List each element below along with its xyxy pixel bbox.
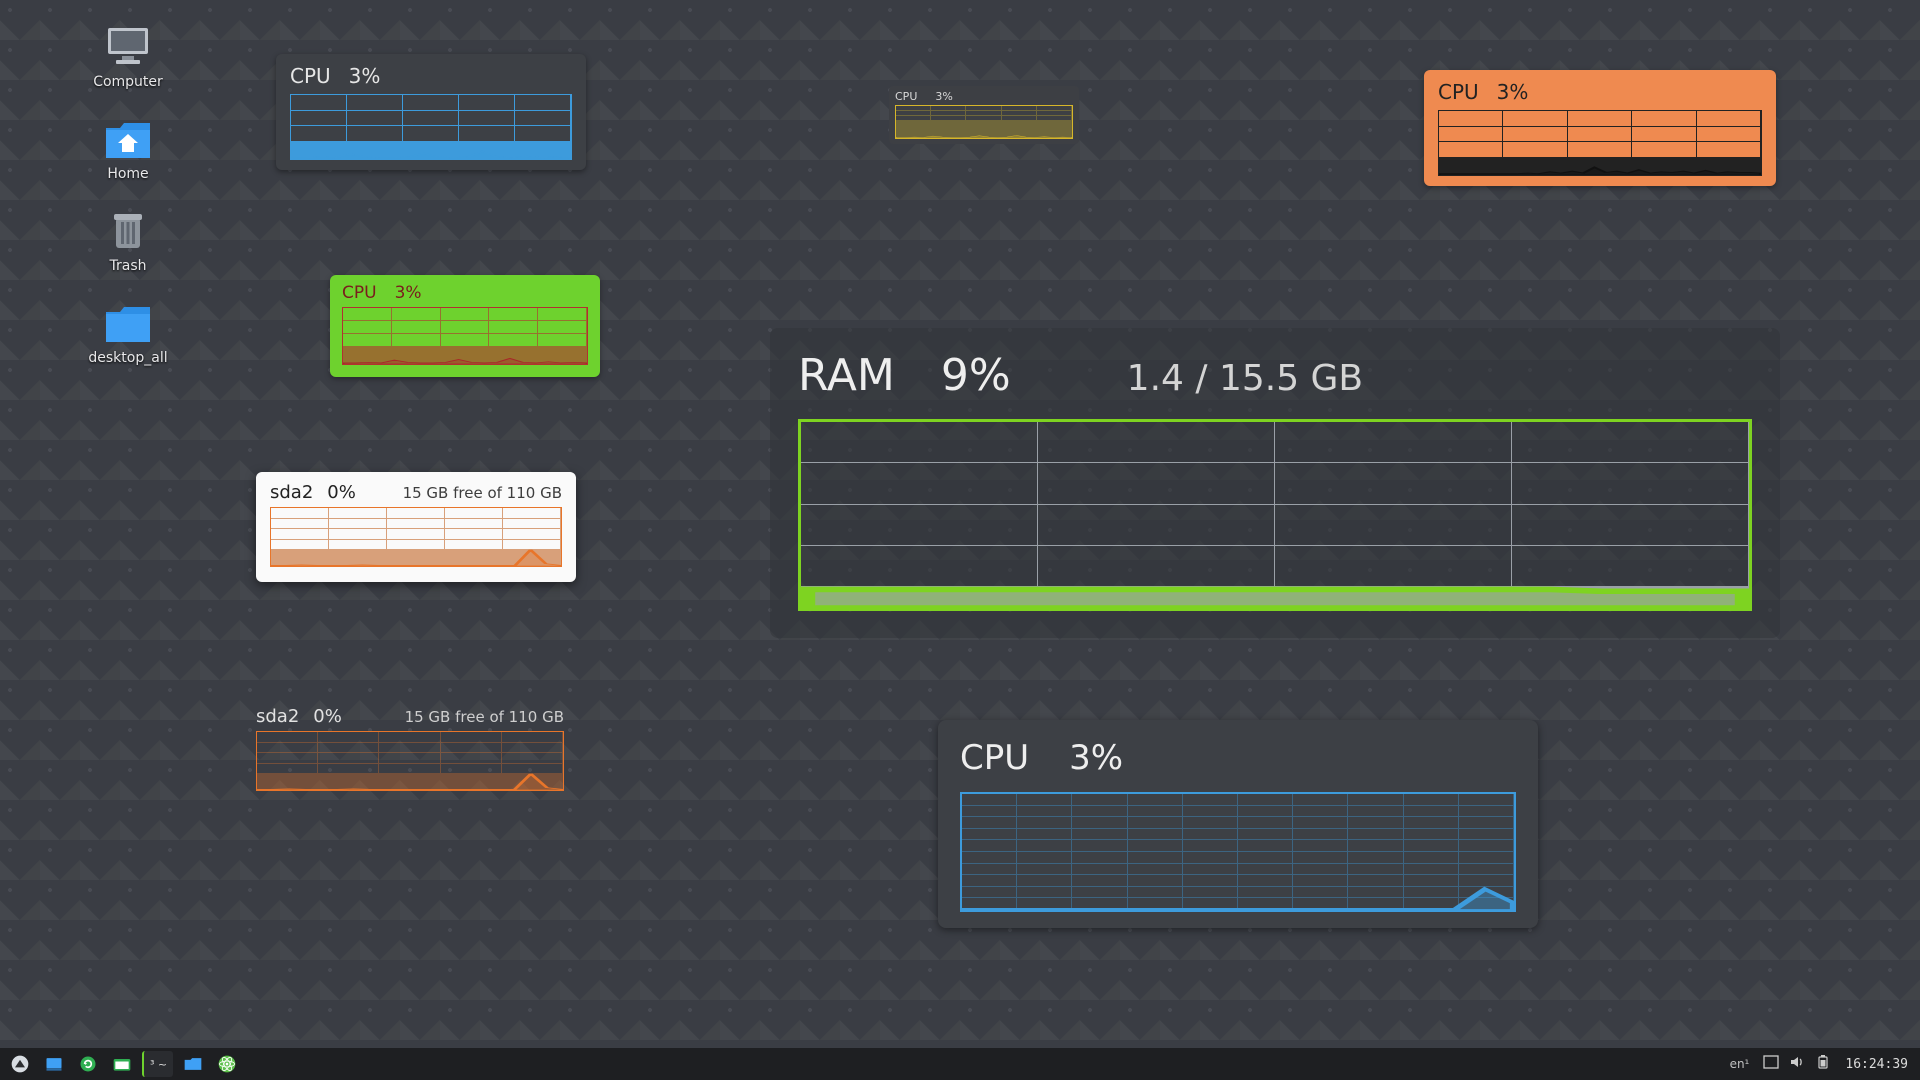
metric-label: CPU <box>895 90 917 103</box>
disk-monitor-widget-white[interactable]: sda2 0% 15 GB free of 110 GB <box>256 472 576 582</box>
metric-value: 3% <box>1497 80 1529 104</box>
battery-icon[interactable] <box>1815 1054 1831 1074</box>
usage-graph <box>895 105 1073 139</box>
cpu-monitor-widget-green[interactable]: CPU 3% <box>330 275 600 377</box>
show-desktop-button[interactable] <box>40 1051 68 1077</box>
desktop-icon-label: desktop_all <box>68 350 188 366</box>
metric-label: sda2 <box>256 706 299 727</box>
taskbar: ³ ~ en¹ 16:24:39 <box>0 1048 1920 1080</box>
file-manager-task[interactable] <box>108 1051 136 1077</box>
taskbar-clock[interactable]: 16:24:39 <box>1845 1057 1908 1072</box>
ram-monitor-widget[interactable]: RAM 9% 1.4 / 15.5 GB <box>770 328 1780 638</box>
taskbar-left: ³ ~ <box>0 1051 241 1077</box>
usage-graph <box>270 507 562 567</box>
metric-label: sda2 <box>270 482 313 503</box>
workspace-switcher-icon[interactable] <box>1763 1054 1779 1074</box>
cpu-monitor-widget-blue-big[interactable]: CPU 3% <box>938 720 1538 928</box>
usage-graph <box>290 94 572 160</box>
desktop-icon-trash[interactable]: Trash <box>68 208 188 274</box>
metric-value: 3% <box>349 64 381 88</box>
metric-value: 0% <box>327 482 356 503</box>
desktop-icon-computer[interactable]: Computer <box>68 24 188 90</box>
metric-value: 9% <box>941 350 1011 401</box>
usage-graph <box>960 792 1516 912</box>
trash-icon <box>104 208 152 252</box>
atom-editor-task[interactable] <box>213 1051 241 1077</box>
usage-graph <box>256 731 564 791</box>
usage-graph <box>798 419 1752 611</box>
taskbar-right: en¹ 16:24:39 <box>1730 1054 1920 1074</box>
metric-label: RAM <box>798 350 895 401</box>
ram-absolute: 1.4 / 15.5 GB <box>1127 358 1363 399</box>
metric-label: CPU <box>1438 80 1479 104</box>
terminal-task-label: ³ ~ <box>150 1058 167 1071</box>
start-menu-button[interactable] <box>6 1051 34 1077</box>
disk-monitor-widget-transparent[interactable]: sda2 0% 15 GB free of 110 GB <box>256 706 564 802</box>
disk-free-text: 15 GB free of 110 GB <box>403 484 562 502</box>
disk-free-text: 15 GB free of 110 GB <box>405 708 564 726</box>
metric-value: 3% <box>395 283 422 303</box>
desktop-icon-home[interactable]: Home <box>68 116 188 182</box>
metric-label: CPU <box>960 738 1029 778</box>
metric-label: CPU <box>342 283 377 303</box>
desktop-icon-label: Trash <box>68 258 188 274</box>
keyboard-layout-indicator[interactable]: en¹ <box>1730 1057 1750 1071</box>
terminal-task[interactable]: ³ ~ <box>142 1051 173 1077</box>
cpu-monitor-widget-orange[interactable]: CPU 3% <box>1424 70 1776 186</box>
desktop-icon-desktop-all[interactable]: desktop_all <box>68 300 188 366</box>
metric-value: 3% <box>935 90 952 103</box>
volume-icon[interactable] <box>1789 1054 1805 1074</box>
usage-graph <box>342 307 588 365</box>
system-tray <box>1763 1054 1831 1074</box>
home-folder-icon <box>104 116 152 160</box>
desktop-icon-label: Computer <box>68 74 188 90</box>
desktop-icons: Computer Home Trash desktop_all <box>68 24 188 392</box>
metric-value: 3% <box>1069 738 1123 778</box>
updater-icon[interactable] <box>74 1051 102 1077</box>
computer-icon <box>104 24 152 68</box>
file-manager-task-2[interactable] <box>179 1051 207 1077</box>
metric-value: 0% <box>313 706 342 727</box>
desktop-icon-label: Home <box>68 166 188 182</box>
usage-graph <box>1438 110 1762 176</box>
metric-label: CPU <box>290 64 331 88</box>
cpu-monitor-widget-yellow-tiny[interactable]: CPU 3% <box>889 86 1079 144</box>
cpu-monitor-widget-blue-small[interactable]: CPU 3% <box>276 54 586 170</box>
folder-icon <box>104 300 152 344</box>
